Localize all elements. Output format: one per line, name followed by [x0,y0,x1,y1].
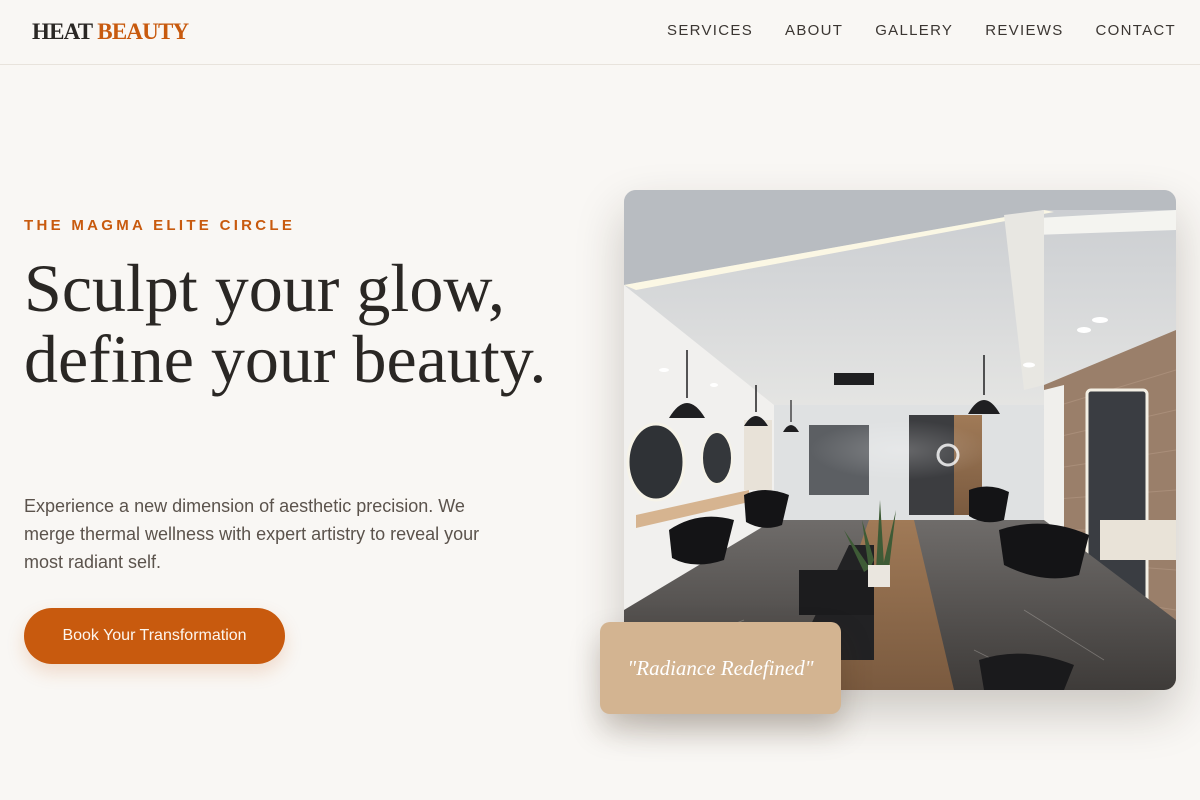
hero-headline: Sculpt your glow, define your beauty. [24,250,547,397]
hero-lead-text: Experience a new dimension of aesthetic … [24,496,480,572]
nav-link-about[interactable]: ABOUT [785,21,843,41]
brand-logo-part1: HEAT [32,19,93,44]
nav-link-contact[interactable]: CONTACT [1096,21,1176,41]
book-transformation-button[interactable]: Book Your Transformation [24,608,285,664]
quote-text: "Radiance Redefined" [627,655,814,680]
quote-card: "Radiance Redefined" [600,622,841,714]
nav-link-gallery[interactable]: GALLERY [875,21,953,41]
nav-link-services[interactable]: SERVICES [667,21,753,41]
brand-logo[interactable]: HEAT BEAUTY [32,18,189,46]
salon-interior-photo [624,190,1176,690]
top-navbar: HEAT BEAUTY SERVICES ABOUT GALLERY REVIEW… [0,0,1200,65]
main-menu: SERVICES ABOUT GALLERY REVIEWS CONTACT [667,21,1176,41]
hero-eyebrow: THE MAGMA ELITE CIRCLE [24,217,296,234]
nav-link-reviews[interactable]: REVIEWS [985,21,1063,41]
brand-logo-part2: BEAUTY [97,19,189,44]
